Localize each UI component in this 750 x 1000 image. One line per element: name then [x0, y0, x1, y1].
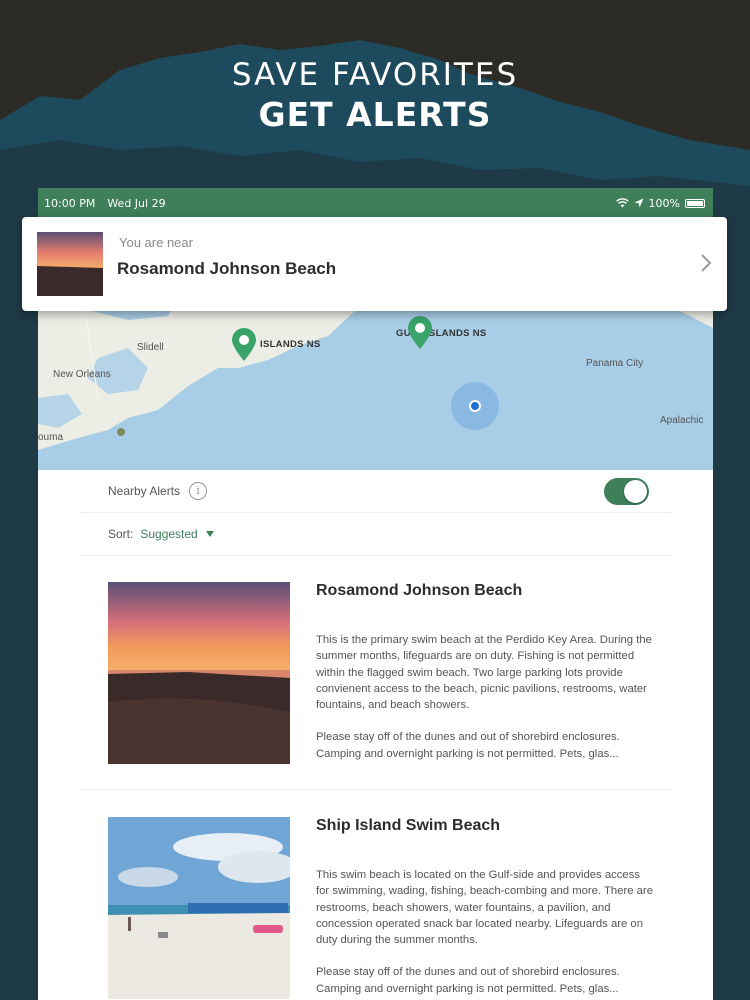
beach-desc-p1: This is the primary swim beach at the Pe…	[316, 634, 652, 712]
near-subtitle: You are near	[119, 235, 193, 250]
near-beach-title: Rosamond Johnson Beach	[117, 259, 337, 278]
beach-title[interactable]: Ship Island Swim Beach	[316, 817, 500, 835]
sort-row[interactable]: Sort: Suggested	[81, 513, 671, 556]
beach-description: This swim beach is located on the Gulf-s…	[316, 867, 656, 997]
chevron-right-icon[interactable]	[699, 253, 713, 273]
caret-down-icon[interactable]	[205, 531, 214, 537]
status-bar: 10:00 PM Wed Jul 29 100%	[38, 188, 713, 218]
map-label-houma: ouma	[38, 432, 64, 443]
beach-photo-daytime	[108, 817, 290, 999]
battery-icon	[685, 198, 705, 208]
beach-photo-sunset	[108, 582, 290, 764]
status-time: 10:00 PM	[44, 196, 96, 210]
map-label-slidell: Slidell	[137, 342, 164, 353]
toggle-knob	[624, 480, 647, 503]
location-arrow-icon	[634, 198, 644, 208]
map-label-islands-ns-1: ISLANDS NS	[260, 339, 321, 350]
map-label-apalachicola: Apalachic	[660, 415, 704, 426]
wifi-icon	[615, 198, 629, 208]
status-date: Wed Jul 29	[107, 196, 166, 210]
beach-desc-p2: Please stay off of the dunes and out of …	[316, 966, 620, 995]
nearby-alerts-row: Nearby Alerts i	[81, 470, 671, 513]
map-pin-icon[interactable]	[407, 316, 433, 350]
headline-line1: SAVE FAVORITES	[231, 57, 519, 93]
near-beach-thumbnail	[37, 232, 103, 296]
battery-percent: 100%	[648, 196, 680, 210]
map-label-panama-city: Panama City	[586, 358, 644, 369]
beach-description: This is the primary swim beach at the Pe…	[316, 632, 656, 762]
map-pin-icon[interactable]	[231, 328, 257, 362]
map-label-new-orleans: New Orleans	[53, 369, 111, 380]
status-right: 100%	[615, 196, 705, 210]
sort-label: Sort:	[108, 527, 134, 541]
beach-title[interactable]: Rosamond Johnson Beach	[316, 582, 522, 600]
nearby-alerts-toggle[interactable]	[604, 478, 649, 505]
you-are-near-card[interactable]: You are near Rosamond Johnson Beach	[22, 217, 727, 311]
beach-desc-p2: Please stay off of the dunes and out of …	[316, 731, 620, 760]
sort-value[interactable]: Suggested	[140, 527, 197, 541]
headline: SAVE FAVORITES GET ALERTS	[0, 56, 750, 136]
user-location-dot	[469, 400, 481, 412]
beach-desc-p1: This swim beach is located on the Gulf-s…	[316, 869, 653, 947]
beach-list-item[interactable]: Rosamond Johnson Beach This is the prima…	[81, 582, 671, 790]
headline-line2: GET ALERTS	[258, 95, 492, 134]
info-icon[interactable]: i	[189, 482, 208, 500]
beach-list-item[interactable]: Ship Island Swim Beach This swim beach i…	[81, 817, 671, 1000]
nearby-alerts-label: Nearby Alerts	[108, 484, 181, 498]
